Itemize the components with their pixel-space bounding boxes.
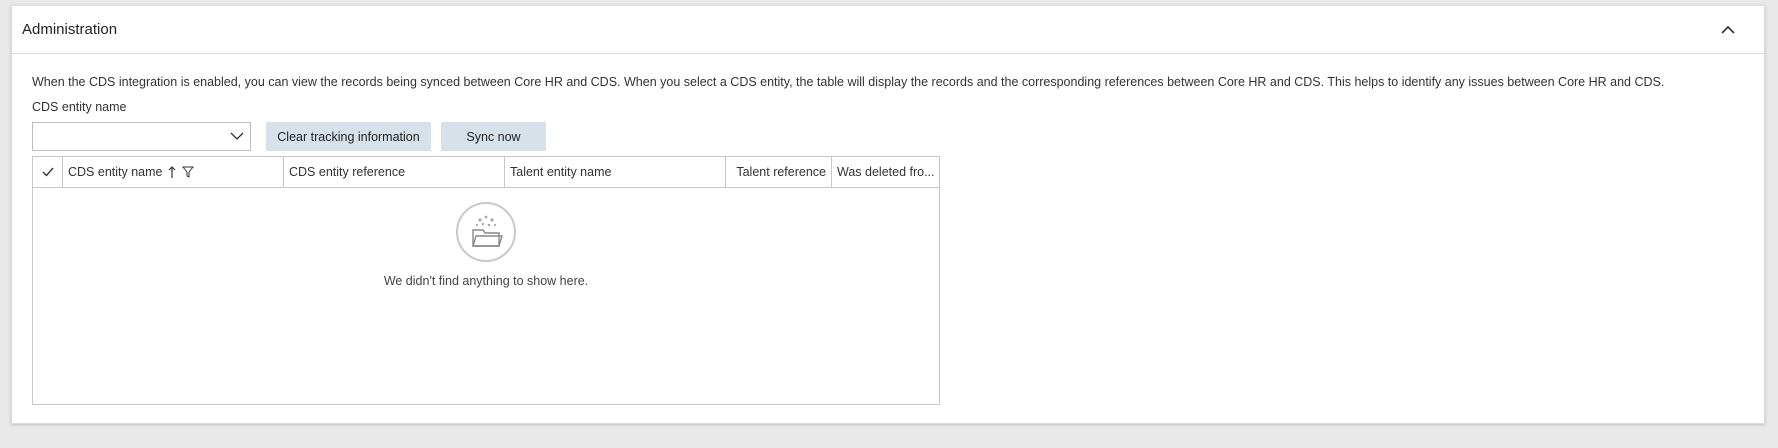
column-header-was-deleted[interactable]: Was deleted fro... xyxy=(832,157,939,187)
column-label: Talent entity name xyxy=(510,165,612,179)
filter-icon[interactable] xyxy=(182,166,195,178)
empty-message: We didn't find anything to show here. xyxy=(383,274,589,288)
column-header-talent-entity-name[interactable]: Talent entity name xyxy=(505,157,726,187)
select-all-checkbox[interactable] xyxy=(33,157,63,187)
sort-ascending-icon[interactable] xyxy=(168,165,176,179)
intro-text: When the CDS integration is enabled, you… xyxy=(32,75,1665,89)
administration-panel: Administration When the CDS integration … xyxy=(11,5,1765,424)
column-label: Was deleted fro... xyxy=(837,165,935,179)
column-label: Talent reference xyxy=(736,165,826,179)
column-header-talent-reference[interactable]: Talent reference xyxy=(726,157,832,187)
panel-header[interactable]: Administration xyxy=(12,6,1764,54)
column-label: CDS entity name xyxy=(68,165,163,179)
cds-entity-name-dropdown[interactable] xyxy=(32,122,251,151)
chevron-down-icon xyxy=(230,132,244,140)
sync-now-button[interactable]: Sync now xyxy=(441,122,546,151)
chevron-up-icon xyxy=(1721,25,1735,34)
column-header-cds-entity-name[interactable]: CDS entity name xyxy=(63,157,284,187)
checkmark-icon xyxy=(42,167,54,177)
records-grid: CDS entity name CDS entity reference Tal… xyxy=(32,156,940,405)
collapse-button[interactable] xyxy=(1716,18,1740,42)
clear-tracking-button[interactable]: Clear tracking information xyxy=(266,122,431,151)
column-header-cds-entity-reference[interactable]: CDS entity reference xyxy=(284,157,505,187)
grid-header: CDS entity name CDS entity reference Tal… xyxy=(33,157,939,188)
empty-state: We didn't find anything to show here. xyxy=(33,202,939,288)
panel-title: Administration xyxy=(22,21,118,38)
column-label: CDS entity reference xyxy=(289,165,406,179)
cds-entity-name-label: CDS entity name xyxy=(32,100,127,114)
empty-folder-icon xyxy=(456,202,516,262)
